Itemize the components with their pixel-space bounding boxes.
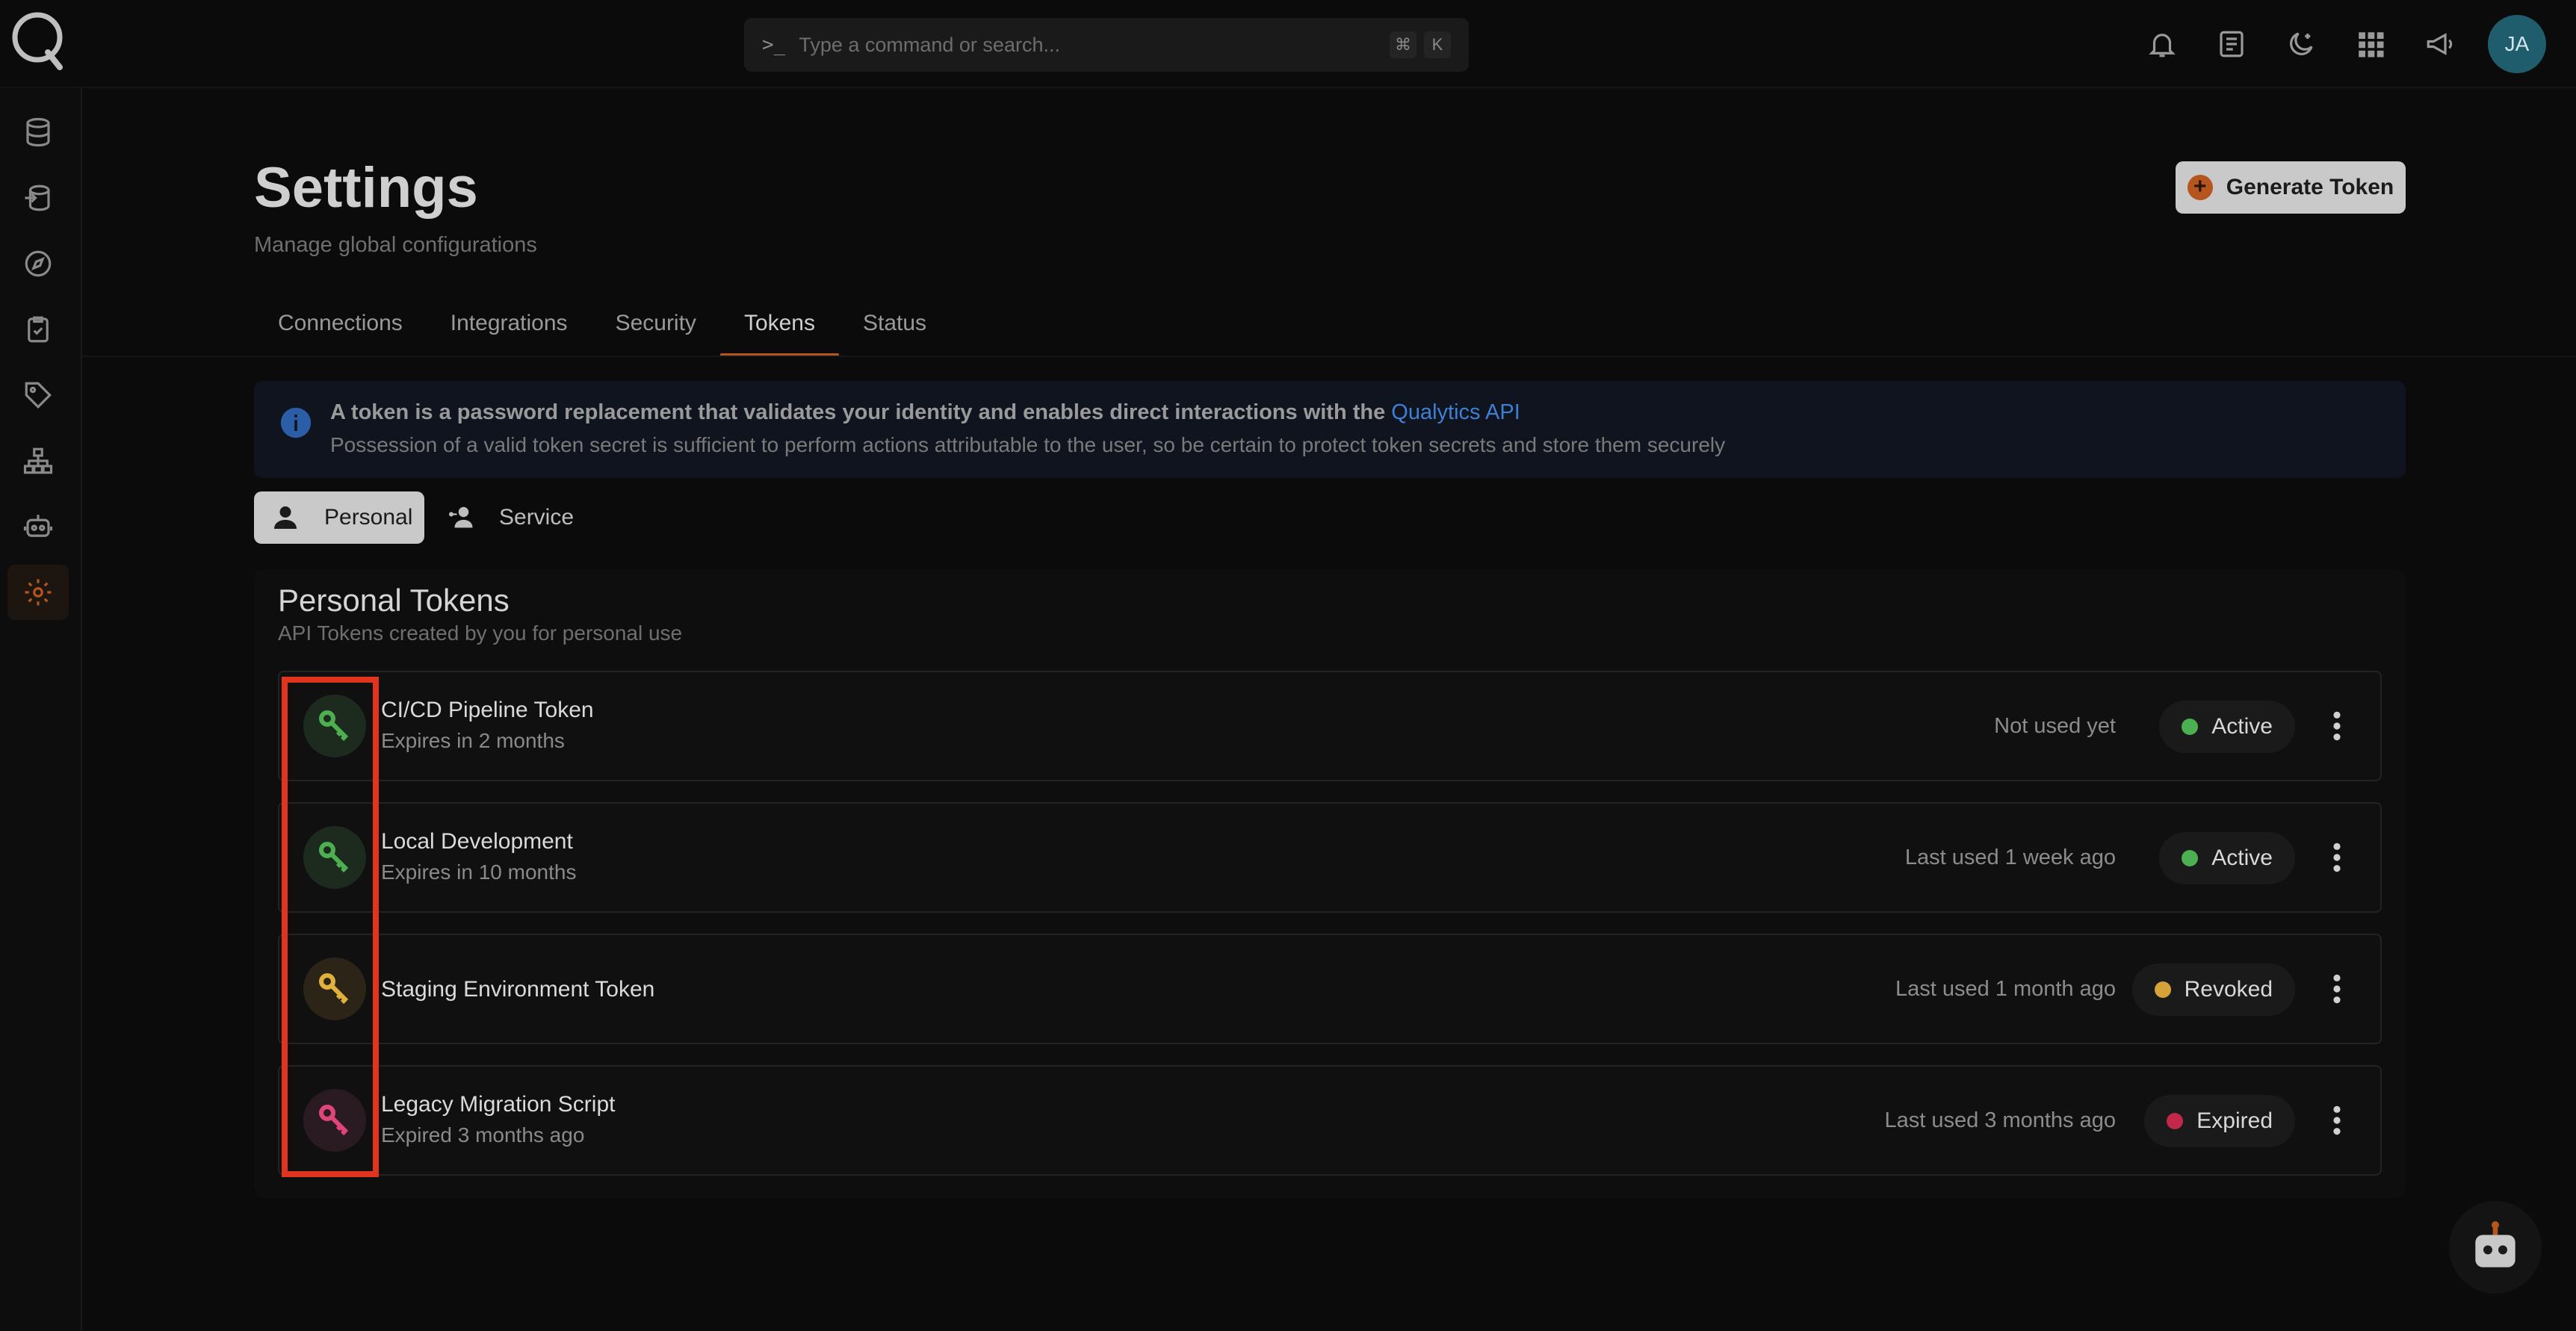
personal-label: Personal bbox=[324, 505, 413, 530]
token-key-badge bbox=[303, 695, 366, 757]
status-dot bbox=[2167, 1113, 2184, 1129]
token-last-used: Not used yet bbox=[1994, 714, 2116, 738]
compass-icon bbox=[25, 250, 52, 277]
database-arrow-icon bbox=[25, 184, 50, 211]
search-placeholder: Type a command or search... bbox=[799, 33, 1060, 56]
sidebar-item-hierarchy[interactable] bbox=[7, 433, 69, 488]
sidebar-item-agents[interactable] bbox=[7, 499, 69, 554]
user-avatar[interactable]: JA bbox=[2488, 15, 2546, 73]
page-subtitle: Manage global configurations bbox=[254, 233, 537, 257]
clipboard-check-icon bbox=[28, 316, 49, 343]
sidebar-item-settings[interactable] bbox=[7, 565, 69, 620]
tab-security[interactable]: Security bbox=[592, 300, 720, 357]
status-label: Active bbox=[2211, 714, 2273, 739]
sidebar-item-tags[interactable] bbox=[7, 367, 69, 423]
generate-token-label: Generate Token bbox=[2226, 175, 2394, 199]
token-name: CI/CD Pipeline Token bbox=[381, 698, 594, 722]
token-expiry: Expired 3 months ago bbox=[381, 1123, 585, 1147]
app-logo-icon[interactable] bbox=[7, 7, 67, 72]
token-name: Legacy Migration Script bbox=[381, 1092, 616, 1117]
assistant-bot-button[interactable] bbox=[2449, 1201, 2542, 1294]
status-badge: Revoked bbox=[2131, 964, 2295, 1016]
token-row[interactable]: Local Development Expires in 10 months L… bbox=[278, 802, 2382, 913]
key-icon bbox=[319, 1105, 349, 1136]
service-label: Service bbox=[499, 505, 575, 530]
status-dot bbox=[2182, 719, 2199, 735]
info-banner: A token is a password replacement that v… bbox=[254, 381, 2406, 478]
qualytics-api-link[interactable]: Qualytics API bbox=[1391, 400, 1520, 424]
database-icon bbox=[26, 117, 50, 147]
sidebar-item-checks[interactable] bbox=[7, 302, 69, 357]
status-dot bbox=[2154, 981, 2171, 998]
token-expiry: Expires in 10 months bbox=[381, 860, 577, 884]
apps-grid-icon[interactable] bbox=[2353, 26, 2388, 62]
announcements-megaphone-icon[interactable] bbox=[2422, 26, 2458, 62]
token-key-badge bbox=[303, 1089, 366, 1152]
token-expiry: Expires in 2 months bbox=[381, 729, 565, 752]
status-badge: Active bbox=[2159, 701, 2295, 753]
token-key-badge bbox=[303, 826, 366, 889]
tab-connections[interactable]: Connections bbox=[254, 300, 427, 357]
token-name: Staging Environment Token bbox=[381, 977, 655, 1002]
key-icon bbox=[319, 710, 349, 742]
status-badge: Expired bbox=[2144, 1095, 2295, 1147]
person-icon bbox=[274, 506, 297, 529]
theme-moon-icon[interactable] bbox=[2283, 26, 2319, 62]
gear-icon bbox=[25, 579, 52, 606]
status-badge: Active bbox=[2159, 832, 2295, 884]
more-options-icon[interactable] bbox=[2329, 841, 2344, 874]
more-options-icon[interactable] bbox=[2329, 1104, 2344, 1137]
document-icon[interactable] bbox=[2214, 26, 2250, 62]
info-line-2: Possession of a valid token secret is su… bbox=[330, 433, 1726, 456]
sidebar-item-enrichment[interactable] bbox=[7, 170, 69, 226]
hierarchy-icon bbox=[23, 447, 53, 474]
top-bar: >_ Type a command or search... ⌘ K JA bbox=[0, 0, 2576, 88]
token-last-used: Last used 1 week ago bbox=[1904, 846, 2116, 869]
command-search[interactable]: >_ Type a command or search... ⌘ K bbox=[744, 18, 1469, 72]
personal-tokens-card: Personal Tokens API Tokens created by yo… bbox=[254, 569, 2406, 1198]
status-dot bbox=[2182, 850, 2199, 866]
token-last-used: Last used 3 months ago bbox=[1884, 1108, 2116, 1132]
tab-tokens[interactable]: Tokens bbox=[719, 300, 840, 357]
more-options-icon[interactable] bbox=[2329, 972, 2344, 1005]
status-label: Revoked bbox=[2184, 977, 2273, 1002]
tab-status[interactable]: Status bbox=[839, 300, 950, 357]
personal-toggle[interactable]: Personal bbox=[254, 491, 424, 544]
robot-icon bbox=[23, 515, 53, 537]
tag-icon bbox=[25, 382, 52, 409]
service-account-icon bbox=[449, 506, 473, 528]
token-name: Local Development bbox=[381, 829, 573, 854]
terminal-icon: >_ bbox=[762, 34, 786, 56]
sidebar-item-datastores[interactable] bbox=[7, 105, 69, 160]
plus-circle-icon: + bbox=[2187, 175, 2213, 200]
key-icon bbox=[319, 973, 349, 1005]
page-title: Settings bbox=[254, 156, 478, 220]
robot-icon bbox=[2475, 1221, 2515, 1268]
tabs-divider bbox=[82, 356, 2576, 357]
token-row[interactable]: CI/CD Pipeline Token Expires in 2 months… bbox=[278, 671, 2382, 781]
shortcut-mod-key: ⌘ bbox=[1390, 31, 1417, 58]
token-row[interactable]: Legacy Migration Script Expired 3 months… bbox=[278, 1065, 2382, 1176]
notifications-bell-icon[interactable] bbox=[2144, 26, 2180, 62]
info-text: A token is a password replacement that v… bbox=[330, 400, 1392, 424]
shortcut-k-key: K bbox=[1424, 31, 1451, 58]
more-options-icon[interactable] bbox=[2329, 710, 2344, 742]
sidebar-item-explore[interactable] bbox=[7, 236, 69, 291]
card-subtitle: API Tokens created by you for personal u… bbox=[278, 621, 683, 645]
service-toggle[interactable]: Service bbox=[447, 491, 596, 544]
key-icon bbox=[319, 842, 349, 873]
token-key-badge bbox=[303, 958, 366, 1020]
card-title: Personal Tokens bbox=[278, 583, 510, 618]
settings-tabs: Connections Integrations Security Tokens… bbox=[254, 300, 950, 357]
sidebar bbox=[0, 88, 82, 1331]
tab-integrations[interactable]: Integrations bbox=[427, 300, 592, 357]
token-last-used: Last used 1 month ago bbox=[1895, 977, 2116, 1001]
status-label: Active bbox=[2211, 846, 2273, 870]
info-icon bbox=[280, 407, 312, 438]
token-row[interactable]: Staging Environment Token Last used 1 mo… bbox=[278, 934, 2382, 1044]
info-line-1: A token is a password replacement that v… bbox=[330, 400, 1520, 425]
status-label: Expired bbox=[2196, 1108, 2273, 1133]
generate-token-button[interactable]: + Generate Token bbox=[2176, 161, 2406, 214]
